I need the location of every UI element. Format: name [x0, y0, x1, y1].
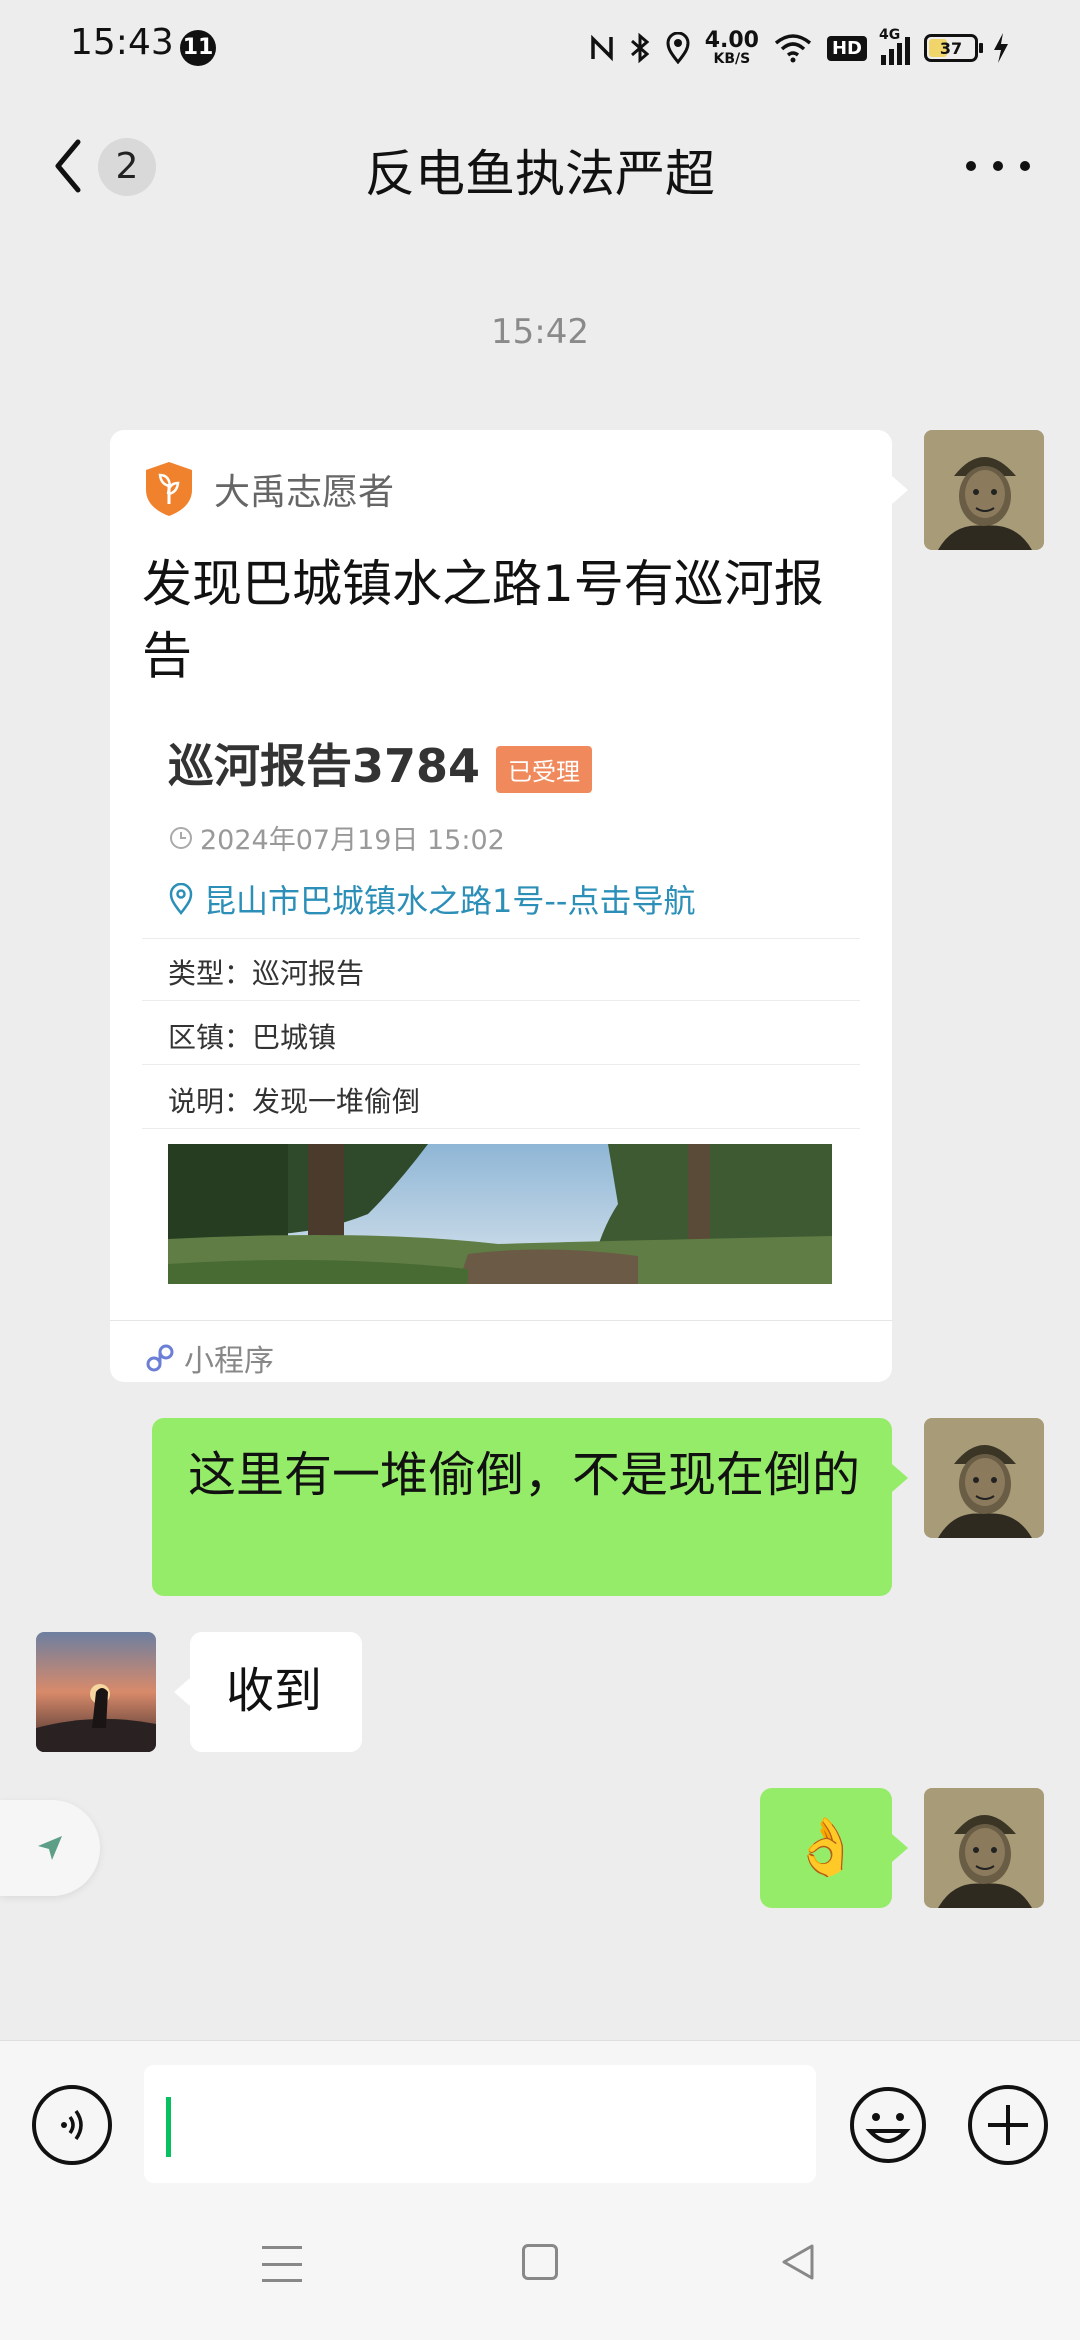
divider [142, 938, 860, 939]
message-timestamp: 15:42 [491, 312, 589, 352]
message-bubble-sent[interactable]: 这里有一堆偷倒，不是现在倒的 [152, 1418, 908, 1596]
nav-back-icon[interactable] [778, 2242, 818, 2282]
mini-program-card[interactable]: 大禹志愿者 发现巴城镇水之路1号有巡河报告 巡河报告3784 已受理 2024年… [110, 430, 908, 1382]
home-icon[interactable] [522, 2244, 558, 2280]
network-speed: 4.00 KB/S [704, 28, 759, 67]
recent-apps-icon[interactable] [262, 2246, 302, 2282]
report-photo[interactable] [168, 1144, 832, 1284]
divider [142, 1064, 860, 1065]
emoji-icon[interactable] [848, 2085, 928, 2165]
notification-badge: 11 [180, 30, 216, 66]
wifi-icon [774, 34, 812, 63]
location-navigation-link[interactable]: 昆山市巴城镇水之路1号--点击导航 [168, 876, 695, 922]
signal-icon: 4G [879, 27, 910, 65]
charging-icon [994, 33, 1008, 63]
floating-location-button[interactable] [0, 1800, 100, 1896]
voice-input-button[interactable] [32, 2085, 112, 2165]
divider [110, 1320, 892, 1321]
chat-header: 2 反电鱼执法严超 [0, 96, 1080, 242]
my-avatar[interactable] [924, 430, 1044, 550]
divider [142, 1000, 860, 1001]
my-avatar[interactable] [924, 1788, 1044, 1908]
system-navigation-bar [0, 2200, 1080, 2340]
chat-title: 反电鱼执法严超 [365, 145, 715, 203]
report-row-description: 说明：发现一堆偷倒 [168, 1085, 421, 1118]
mini-program-icon [146, 1344, 174, 1372]
input-bar [0, 2040, 1080, 2200]
message-text: 这里有一堆偷倒，不是现在倒的 [188, 1447, 861, 1503]
message-bubble-sent[interactable]: 👌 [760, 1788, 908, 1908]
status-badge: 已受理 [496, 746, 592, 793]
bluetooth-icon [630, 32, 650, 64]
more-options-icon[interactable] [966, 146, 1030, 186]
hd-icon: HD [826, 35, 867, 61]
dayu-volunteer-logo-icon [146, 462, 192, 516]
location-pin-icon [169, 883, 193, 915]
card-source: 大禹志愿者 [142, 460, 394, 518]
battery-icon: 37 [924, 34, 983, 62]
my-avatar[interactable] [924, 1418, 1044, 1538]
text-caret [166, 2097, 171, 2157]
status-bar: 15:43 11 4.00 KB/S HD 4G 37 [0, 0, 1080, 96]
message-input[interactable] [144, 2065, 816, 2183]
message-text: 收到 [226, 1663, 323, 1719]
status-time: 15:43 [70, 22, 174, 63]
card-source-name: 大禹志愿者 [214, 472, 395, 513]
ok-hand-emoji: 👌 [791, 1815, 861, 1880]
mini-program-footer: 小程序 [144, 1336, 274, 1380]
message-bubble-received[interactable]: 收到 [174, 1632, 362, 1752]
nfc-icon [590, 34, 613, 62]
location-icon [666, 32, 690, 64]
report-title: 巡河报告3784 [168, 739, 481, 793]
navigation-arrow-icon [38, 1836, 62, 1860]
card-title: 发现巴城镇水之路1号有巡河报告 [142, 555, 824, 685]
clock-icon [170, 826, 192, 849]
divider [142, 1128, 860, 1129]
report-row-type: 类型：巡河报告 [168, 957, 365, 990]
report-time: 2024年07月19日 15:02 [168, 818, 505, 857]
more-functions-plus-button[interactable] [968, 2085, 1048, 2165]
report-row-district: 区镇：巴城镇 [168, 1021, 337, 1054]
contact-avatar[interactable] [36, 1632, 156, 1752]
status-icons: 4.00 KB/S HD 4G 37 [589, 24, 1010, 72]
voice-icon [61, 2109, 83, 2141]
